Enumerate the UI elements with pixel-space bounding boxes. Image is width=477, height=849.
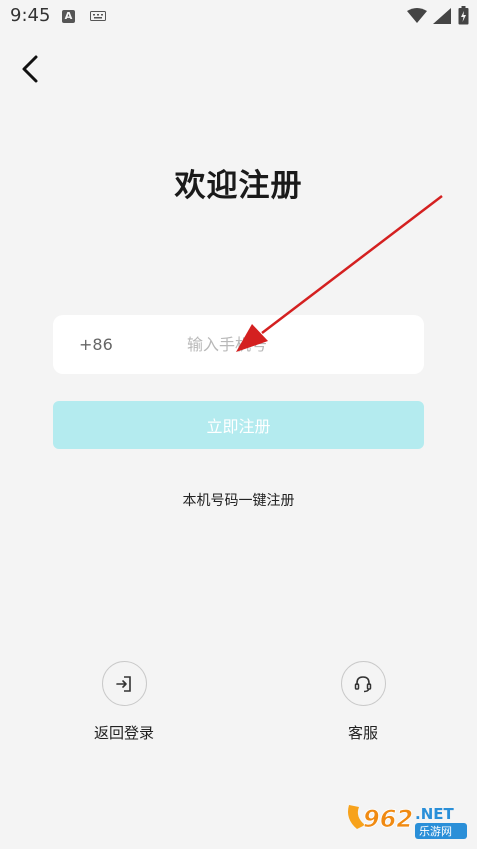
- battery-icon: [458, 6, 469, 25]
- register-button[interactable]: 立即注册: [53, 401, 424, 449]
- svg-text:.NET: .NET: [415, 805, 454, 823]
- back-to-login-button[interactable]: 返回登录: [64, 661, 184, 743]
- login-icon: [116, 675, 131, 692]
- signal-icon: [433, 8, 451, 24]
- country-code[interactable]: +86: [79, 335, 113, 354]
- svg-text:962: 962: [363, 805, 413, 833]
- wifi-icon: [407, 8, 427, 23]
- headset-icon: [354, 675, 372, 692]
- svg-text:乐游网: 乐游网: [419, 825, 452, 838]
- phone-field: +86: [53, 315, 424, 374]
- status-time: 9:45: [10, 5, 51, 26]
- customer-service-button[interactable]: 客服: [303, 661, 423, 743]
- register-screen: 9:45 A 欢迎注册 +86 立即注册 本机号码一键注册: [0, 0, 477, 849]
- headset-icon-circle: [340, 661, 386, 706]
- chevron-left-icon: [22, 55, 38, 83]
- keyboard-icon: [90, 11, 106, 21]
- status-bar: 9:45 A: [0, 0, 477, 34]
- phone-input[interactable]: [187, 327, 407, 361]
- one-click-register-link[interactable]: 本机号码一键注册: [0, 490, 477, 510]
- page-title: 欢迎注册: [174, 168, 303, 204]
- customer-service-label: 客服: [347, 724, 378, 742]
- back-button[interactable]: [16, 52, 46, 86]
- login-icon-circle: [101, 661, 147, 706]
- a-icon: A: [62, 10, 75, 23]
- back-to-login-label: 返回登录: [93, 724, 154, 742]
- watermark-logo: 962 .NET 乐游网: [343, 797, 471, 843]
